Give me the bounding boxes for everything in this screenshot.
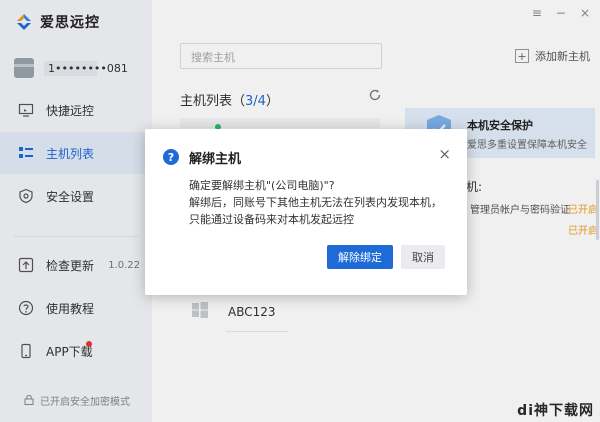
dialog-close-icon[interactable]: ×	[438, 145, 451, 163]
unbind-host-dialog: ? 解绑主机 × 确定要解绑主机"(公司电脑)"? 解绑后，同账号下其他主机无法…	[145, 129, 467, 295]
cancel-button[interactable]: 取消	[401, 245, 445, 269]
dialog-message-line1: 确定要解绑主机"(公司电脑)"?	[189, 179, 335, 192]
dialog-message-line2: 解绑后，同账号下其他主机无法在列表内发现本机，只能通过设备码来对本机发起远控	[189, 196, 442, 226]
dialog-message: 确定要解绑主机"(公司电脑)"? 解绑后，同账号下其他主机无法在列表内发现本机，…	[189, 177, 451, 228]
dialog-title: 解绑主机	[189, 152, 242, 167]
confirm-unbind-button[interactable]: 解除绑定	[327, 245, 393, 269]
question-icon: ?	[163, 149, 179, 165]
